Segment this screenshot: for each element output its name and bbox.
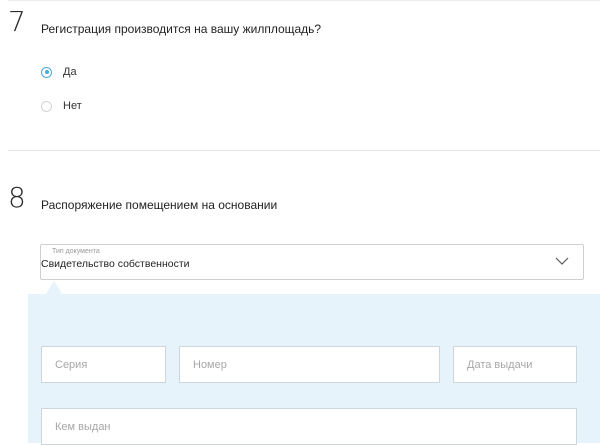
radio-label-yes: Да <box>63 66 77 78</box>
series-input[interactable]: Серия <box>41 346 166 383</box>
question-8-number: 8 <box>8 181 26 214</box>
question-7-title: Регистрация производится на вашу жилплощ… <box>41 22 322 36</box>
radio-option-no[interactable]: Нет <box>41 100 82 112</box>
question-8-title: Распоряжение помещением на основании <box>41 198 278 212</box>
top-divider <box>8 0 600 1</box>
issue-date-input[interactable]: Дата выдачи <box>453 346 577 383</box>
radio-label-no: Нет <box>63 100 82 112</box>
issued-by-input[interactable]: Кем выдан <box>41 408 577 445</box>
question-7-number: 7 <box>8 5 26 38</box>
radio-checked-icon[interactable] <box>41 66 52 78</box>
chevron-down-icon[interactable] <box>555 256 569 266</box>
section-divider <box>8 150 600 151</box>
radio-unchecked-icon[interactable] <box>41 100 52 112</box>
panel-pointer <box>46 281 62 294</box>
document-type-caption: Тип документа <box>52 248 100 255</box>
radio-option-yes[interactable]: Да <box>41 66 77 78</box>
number-input[interactable]: Номер <box>179 346 440 383</box>
document-type-select[interactable]: Тип документа Свидетельство собственност… <box>40 244 584 280</box>
document-type-value: Свидетельство собственности <box>41 258 190 270</box>
